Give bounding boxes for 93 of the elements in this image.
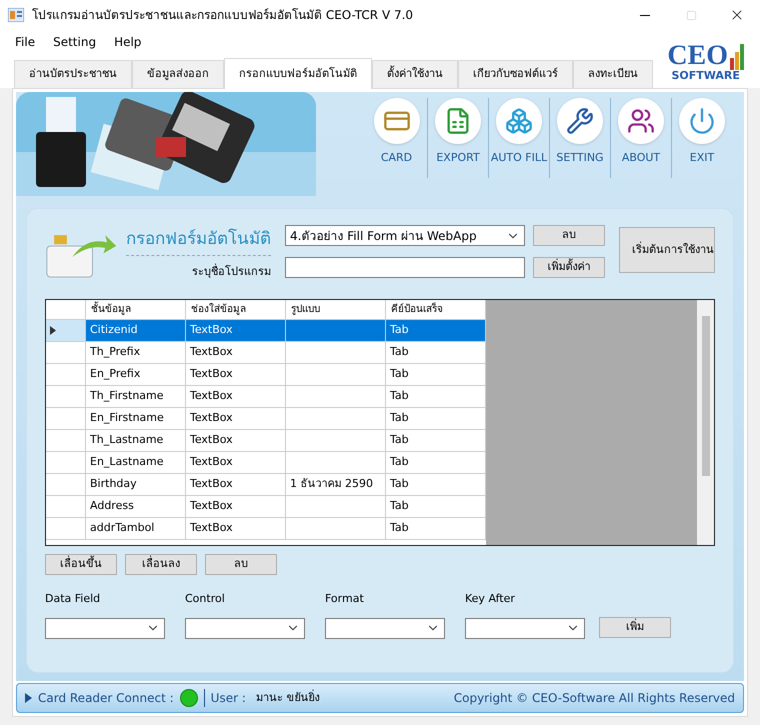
table-cell: TextBox: [186, 496, 286, 518]
table-cell: Tab: [386, 452, 486, 474]
table-cell: En_Firstname: [86, 408, 186, 430]
table-cell: Tab: [386, 320, 486, 342]
toolbar-button[interactable]: ABOUT: [610, 98, 671, 178]
row-header[interactable]: [46, 320, 86, 342]
table-cell: Tab: [386, 496, 486, 518]
cubes-icon: [505, 107, 533, 135]
tab[interactable]: ข้อมูลส่งออก: [132, 60, 224, 88]
table-cell: TextBox: [186, 408, 286, 430]
table-cell: Address: [86, 496, 186, 518]
toolbar-button[interactable]: EXIT: [671, 98, 732, 178]
table-cell: TextBox: [186, 364, 286, 386]
row-action-button[interactable]: เลื่อนลง: [125, 554, 197, 575]
table-cell: 1 ธันวาคม 2590: [286, 474, 386, 496]
tools-icon: [566, 107, 594, 135]
table-cell: Citizenid: [86, 320, 186, 342]
toolbar-button[interactable]: SETTING: [549, 98, 610, 178]
add-setting-button[interactable]: เพิ่มตั้งค่า: [533, 257, 605, 278]
row-pointer-icon: [50, 326, 56, 335]
table-cell: En_Prefix: [86, 364, 186, 386]
program-name-label: ระบุชื่อโปรแกรม: [192, 264, 271, 280]
start-button[interactable]: เริ่มต้นการใช้งาน: [619, 227, 715, 273]
menu-item[interactable]: Help: [114, 33, 142, 51]
field-label: Data Field: [45, 591, 102, 607]
maximize-icon: [686, 10, 696, 20]
row-action-button[interactable]: ลบ: [205, 554, 277, 575]
table-row[interactable]: En_Firstname TextBox Tab: [46, 408, 486, 430]
table-row[interactable]: Th_Lastname TextBox Tab: [46, 430, 486, 452]
field-label: Key After: [465, 591, 516, 607]
field-label: Control: [185, 591, 226, 607]
table-cell: TextBox: [186, 342, 286, 364]
tab[interactable]: ตั้งค่าใช้งาน: [372, 60, 458, 88]
table-row[interactable]: En_Prefix TextBox Tab: [46, 364, 486, 386]
delete-button[interactable]: ลบ: [533, 225, 605, 246]
table-cell: TextBox: [186, 320, 286, 342]
window-title: โปรแกรมอ่านบัตรประชาชนและกรอกแบบฟอร์มอัตโนมัติ CEO-TCR V 7.0: [32, 7, 414, 24]
table-cell: Tab: [386, 408, 486, 430]
minimize-icon: [640, 14, 650, 16]
table-row[interactable]: Citizenid TextBox Tab: [46, 320, 486, 342]
logo-title: CEO: [667, 42, 728, 70]
table-row[interactable]: Address TextBox Tab: [46, 496, 486, 518]
tab[interactable]: อ่านบัตรประชาชน: [14, 60, 132, 88]
table-cell: Th_Lastname: [86, 430, 186, 452]
toolbar-button[interactable]: AUTO FILL: [488, 98, 549, 178]
connect-label: Card Reader Connect :: [38, 690, 174, 707]
table-cell: Tab: [386, 474, 486, 496]
app-icon: [8, 8, 24, 22]
logo-subtitle: SOFTWARE: [671, 70, 740, 81]
field-dropdown[interactable]: [465, 618, 585, 638]
users-icon: [627, 107, 655, 135]
table-cell: Tab: [386, 386, 486, 408]
table-row[interactable]: addrTambol TextBox Tab: [46, 518, 486, 540]
table-cell: Birthday: [86, 474, 186, 496]
table-row[interactable]: Th_Firstname TextBox Tab: [46, 386, 486, 408]
triangle-icon: [25, 693, 32, 703]
table-cell: addrTambol: [86, 518, 186, 540]
tab[interactable]: กรอกแบบฟอร์มอัตโนมัติ: [224, 58, 372, 89]
table-cell: En_Lastname: [86, 452, 186, 474]
toolbar-button[interactable]: CARD: [366, 98, 427, 178]
program-name-field[interactable]: [285, 257, 525, 278]
table-cell: TextBox: [186, 518, 286, 540]
menu-item[interactable]: File: [15, 33, 36, 51]
tab[interactable]: เกียวกับซอฟต์แวร์: [458, 60, 573, 88]
toolbar-button[interactable]: EXPORT: [427, 98, 488, 178]
table-cell: Th_Firstname: [86, 386, 186, 408]
profile-dropdown[interactable]: 4.ตัวอย่าง Fill Form ผ่าน WebApp: [285, 225, 525, 246]
table-cell: Tab: [386, 364, 486, 386]
table-cell: Tab: [386, 430, 486, 452]
field-dropdown[interactable]: [185, 618, 305, 638]
table-cell: TextBox: [186, 452, 286, 474]
add-button[interactable]: เพิ่ม: [599, 616, 671, 638]
table-row[interactable]: Birthday TextBox 1 ธันวาคม 2590 Tab: [46, 474, 486, 496]
scrollbar[interactable]: [697, 300, 714, 545]
tab[interactable]: ลงทะเบียน: [573, 60, 653, 88]
menu-item[interactable]: Setting: [53, 33, 96, 51]
form-heading: กรอกฟอร์มอัตโนมัติ: [126, 227, 271, 256]
copyright-text: Copyright © CEO-Software All Rights Reserved: [454, 690, 735, 707]
table-cell: Tab: [386, 342, 486, 364]
table-cell: Tab: [386, 518, 486, 540]
user-name: มานะ ขยันยิ่ง: [256, 690, 320, 706]
row-action-button[interactable]: เลื่อนขึ้น: [45, 554, 117, 575]
field-dropdown[interactable]: [325, 618, 445, 638]
table-cell: TextBox: [186, 430, 286, 452]
field-label: Format: [325, 591, 365, 607]
power-icon: [688, 107, 716, 135]
field-dropdown[interactable]: [45, 618, 165, 638]
table-cell: Th_Prefix: [86, 342, 186, 364]
table-row[interactable]: Th_Prefix TextBox Tab: [46, 342, 486, 364]
table-row[interactable]: En_Lastname TextBox Tab: [46, 452, 486, 474]
user-label: User :: [210, 690, 246, 707]
table-cell: TextBox: [186, 386, 286, 408]
table-cell: TextBox: [186, 474, 286, 496]
